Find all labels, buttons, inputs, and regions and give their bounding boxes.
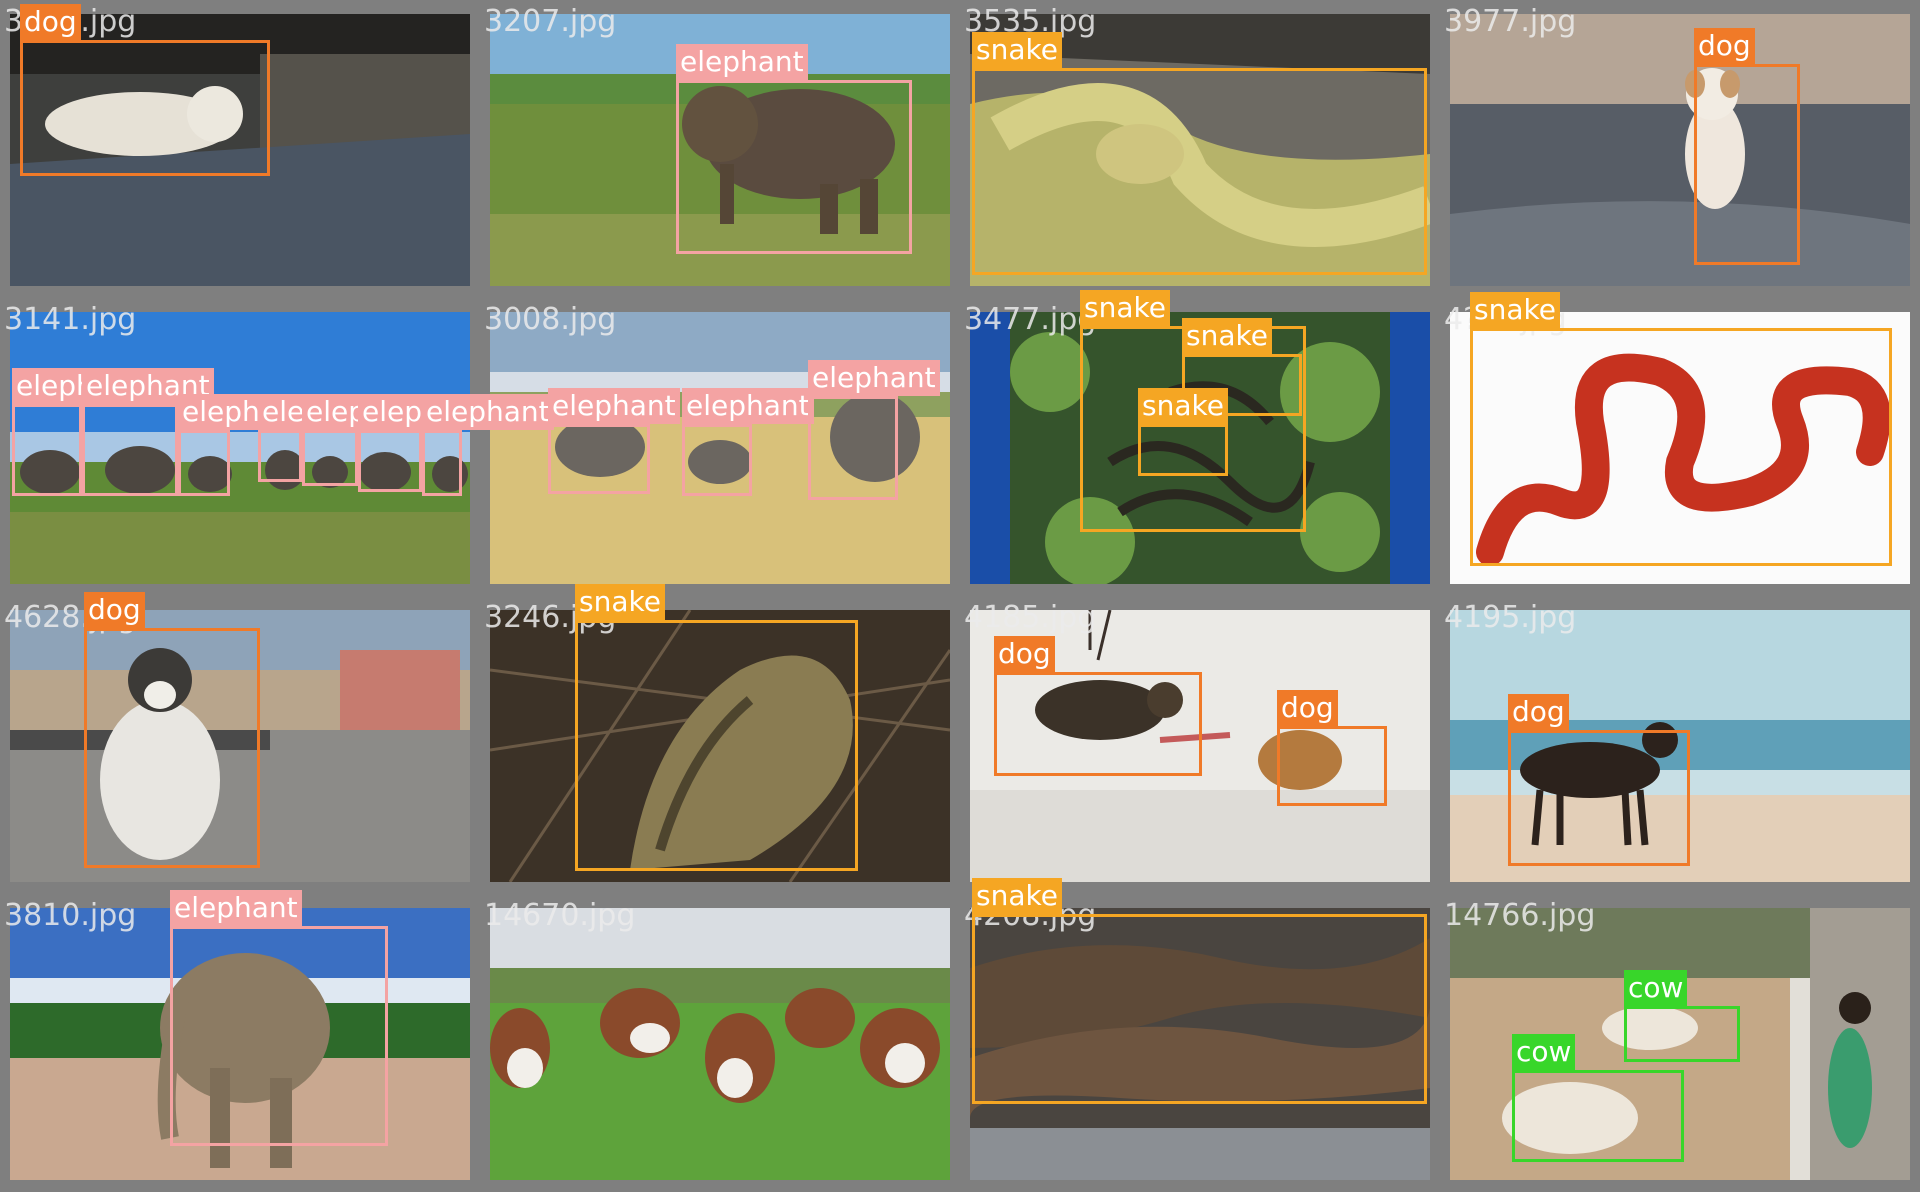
elephant-bounding-box: elephant — [422, 394, 554, 496]
class-label: snake — [972, 878, 1062, 914]
detection-grid: 3116.jpg3207.jpg3535.jpg3977.jpg3141.jpg… — [0, 0, 1920, 1192]
class-label: snake — [1182, 318, 1272, 354]
elephant-bounding-box: elephant — [170, 890, 388, 1146]
elephant-bounding-box: elephant — [358, 394, 490, 492]
elephant-bounding-box: elephant — [302, 394, 434, 486]
image-tile: 14670.jpg — [480, 894, 960, 1192]
class-label: dog — [1694, 28, 1755, 64]
class-label: dog — [994, 636, 1055, 672]
class-label: elephant — [676, 44, 808, 80]
filename-label: 3977.jpg — [1444, 4, 1577, 39]
filename-label: 4195.jpg — [1444, 600, 1577, 635]
elephant-bounding-box: elephant — [548, 388, 680, 494]
filename-label: 3207.jpg — [484, 4, 617, 39]
dog-bounding-box: dog — [1694, 28, 1800, 265]
filename-label: 3008.jpg — [484, 302, 617, 337]
cow-bounding-box: cow — [1512, 1034, 1684, 1162]
class-label: dog — [84, 592, 145, 628]
elephant-bounding-box: elephant — [82, 368, 214, 496]
dog-bounding-box: dog — [1508, 694, 1690, 866]
filename-label: 3141.jpg — [4, 302, 137, 337]
class-label: snake — [1080, 290, 1170, 326]
class-label: elephant — [548, 388, 680, 424]
class-label: elephant — [682, 388, 814, 424]
filename-label: 14766.jpg — [1444, 898, 1596, 933]
elephant-bounding-box: elephant — [676, 44, 912, 254]
snake-bounding-box: snake — [575, 584, 858, 871]
class-label: elephant — [170, 890, 302, 926]
filename-label: 14670.jpg — [484, 898, 636, 933]
image-tile: 3977.jpg — [1440, 0, 1920, 298]
class-label: dog — [20, 4, 81, 40]
snake-bounding-box: snake — [1470, 292, 1892, 566]
elephant-bounding-box: elephant — [682, 388, 814, 496]
class-label: cow — [1512, 1034, 1576, 1070]
elephant-bounding-box: elephant — [178, 394, 310, 496]
elephant-bounding-box: elephant — [808, 360, 940, 500]
class-label: dog — [1277, 690, 1338, 726]
filename-label: 4185.jpg — [964, 600, 1097, 635]
class-label: dog — [1508, 694, 1569, 730]
snake-bounding-box: snake — [972, 32, 1427, 275]
snake-bounding-box: snake — [1138, 388, 1228, 476]
dog-bounding-box: dog — [20, 4, 270, 176]
photo-puppy-on-gravel — [1450, 14, 1910, 286]
photo-cows-in-pasture — [490, 908, 950, 1180]
dog-bounding-box: dog — [994, 636, 1202, 776]
class-label: elephant — [422, 394, 554, 430]
elephant-bounding-box: elephant — [258, 394, 390, 482]
class-label: snake — [1470, 292, 1560, 328]
class-label: snake — [575, 584, 665, 620]
elephant-bounding-box: elephant — [12, 368, 144, 496]
class-label: elephant — [808, 360, 940, 396]
class-label: cow — [1624, 970, 1688, 1006]
snake-bounding-box: snake — [972, 878, 1427, 1104]
filename-label: 3477.jpg — [964, 302, 1097, 337]
class-label: snake — [1138, 388, 1228, 424]
dog-bounding-box: dog — [84, 592, 260, 868]
class-label: snake — [972, 32, 1062, 68]
filename-label: 3810.jpg — [4, 898, 137, 933]
dog-bounding-box: dog — [1277, 690, 1387, 806]
cow-bounding-box: cow — [1624, 970, 1740, 1062]
